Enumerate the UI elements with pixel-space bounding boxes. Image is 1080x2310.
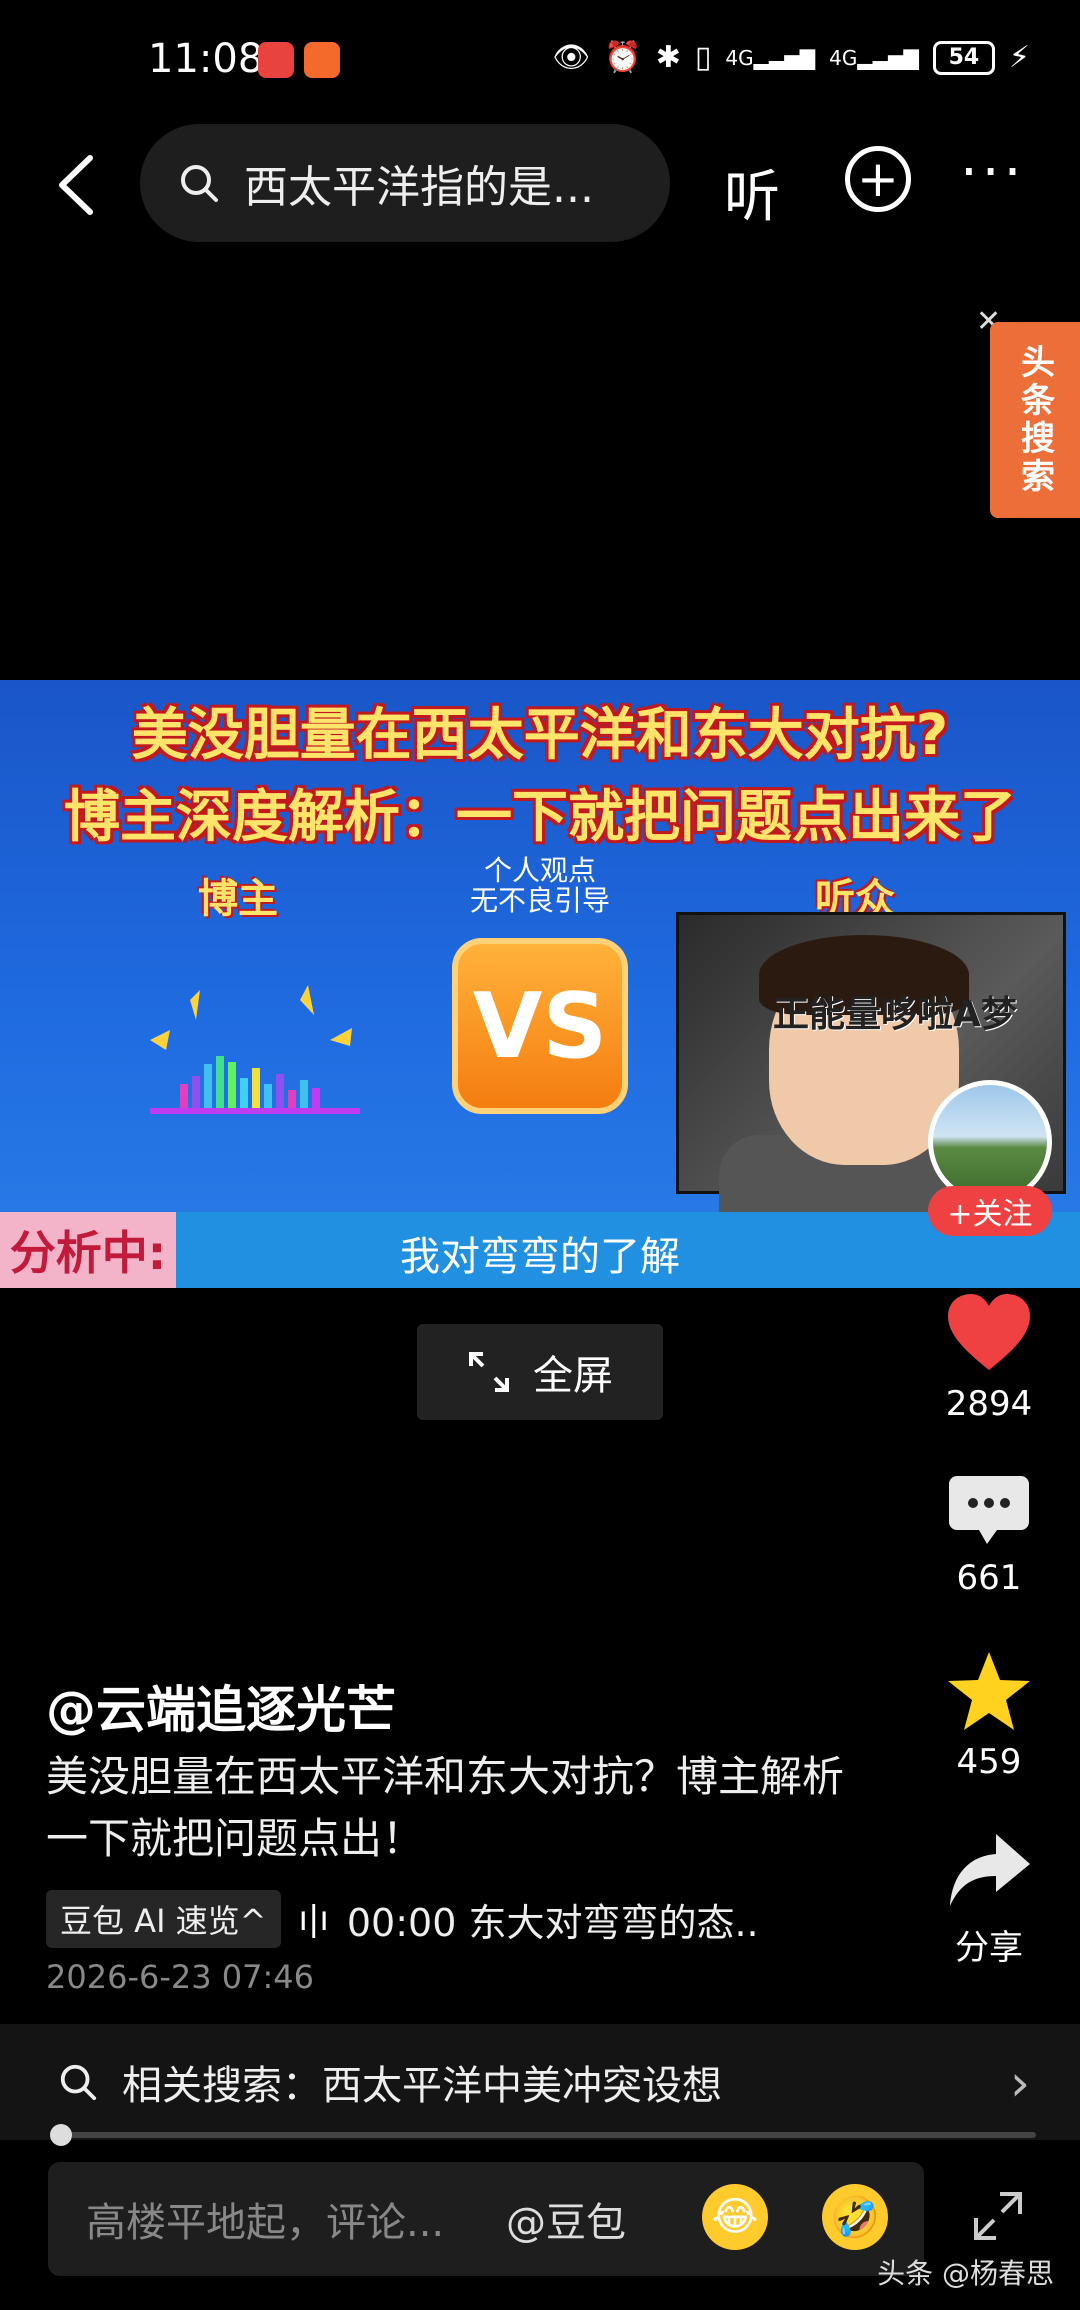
opinion-note: 个人观点 无不良引导 — [469, 854, 610, 917]
watermark: 头条 @杨春思 — [877, 2257, 1054, 2290]
alarm-icon: ⏰ — [604, 40, 642, 75]
progress-handle[interactable] — [50, 2124, 72, 2146]
like-action[interactable]: 2894 — [930, 1290, 1048, 1424]
video-title-line1: 美没胆量在西太平洋和东大对抗? — [131, 703, 949, 768]
mention-doubao[interactable]: @豆包 — [506, 2190, 626, 2248]
video-progress-bar[interactable] — [56, 2132, 1036, 2138]
audience-caption: 正能量哆啦A梦 — [773, 994, 1017, 1035]
ai-summary-row[interactable]: 豆包 AI 速览^ ı|ı 00:00 东大对弯弯的态.. — [46, 1890, 759, 1948]
laughing-emoji-icon[interactable]: 😂 — [702, 2184, 768, 2250]
like-count: 2894 — [945, 1384, 1033, 1424]
top-nav: 西太平洋指的是... 听 + ··· — [0, 120, 1080, 250]
signal-icon: 4G▂▃▅▇ — [725, 45, 816, 70]
fullscreen-button[interactable]: 全屏 — [417, 1324, 663, 1420]
battery-icon: 54 — [932, 40, 995, 75]
author-name[interactable]: @云端追逐光芒 — [46, 1670, 396, 1742]
side-ad-label: 头条搜索 — [1014, 344, 1055, 496]
comment-icon — [949, 1476, 1029, 1544]
toutiao-search-tab[interactable]: 头条搜索 — [990, 322, 1080, 518]
huawei-app-icon — [258, 42, 294, 78]
eye-icon: 👁 — [552, 40, 591, 75]
comment-action[interactable]: 661 — [930, 1472, 1048, 1598]
rofl-emoji-icon[interactable]: 🤣 — [822, 2184, 888, 2250]
follow-button[interactable]: +关注 — [928, 1186, 1052, 1236]
favorite-action[interactable]: 459 — [930, 1650, 1048, 1782]
ai-summary-chip[interactable]: 豆包 AI 速览^ — [46, 1890, 281, 1948]
related-search-label: 相关搜索：西太平洋中美冲突设想 — [122, 2063, 722, 2109]
post-date: 2026-6-23 07:46 — [46, 1958, 314, 1996]
comment-placeholder: 高楼平地起，评论... — [86, 2200, 445, 2246]
search-box[interactable]: 西太平洋指的是... — [140, 124, 670, 242]
video-title-line2: 博主深度解析：一下就把问题点出来了 — [64, 785, 1016, 850]
fullscreen-label: 全屏 — [533, 1353, 613, 1399]
comment-count: 661 — [956, 1558, 1022, 1598]
status-time: 11:08 — [148, 36, 264, 82]
status-icons: 👁 ⏰ ✱ ▯ 4G▂▃▅▇ 4G▂▃▅▇ 54 ⚡ — [552, 40, 1030, 75]
favorite-count: 459 — [956, 1742, 1022, 1782]
video-subtitle: 我对弯弯的了解 — [400, 1234, 680, 1280]
comment-input[interactable]: 高楼平地起，评论... @豆包 — [48, 2162, 924, 2276]
vibrate-icon: ▯ — [694, 40, 712, 75]
bluetooth-icon: ✱ — [655, 40, 681, 75]
share-label: 分享 — [955, 1928, 1023, 1968]
listen-button[interactable]: 听 — [724, 152, 780, 233]
star-icon — [948, 1652, 1030, 1730]
post-description[interactable]: 美没胆量在西太平洋和东大对抗？博主解析一下就把问题点出！ — [46, 1746, 846, 1870]
ai-summary-text: 00:00 东大对弯弯的态.. — [346, 1900, 759, 1945]
audio-bars-icon: ı|ı — [298, 1899, 329, 1939]
signal-icon-2: 4G▂▃▅▇ — [829, 45, 919, 70]
charging-icon: ⚡ — [1008, 40, 1030, 75]
vs-badge: VS — [452, 938, 628, 1114]
share-action[interactable]: 分享 — [930, 1830, 1048, 1969]
chevron-right-icon: › — [1010, 2054, 1030, 2112]
audio-wave-icon — [150, 985, 360, 1114]
more-icon[interactable]: ··· — [960, 140, 1025, 205]
toutiao-app-icon — [304, 42, 340, 78]
back-arrow-icon[interactable] — [48, 150, 108, 220]
expand-icon[interactable] — [970, 2188, 1026, 2244]
add-icon[interactable]: + — [845, 146, 911, 212]
related-search[interactable]: 相关搜索：西太平洋中美冲突设想 › — [0, 2024, 1080, 2140]
expand-icon — [469, 1352, 509, 1392]
share-icon — [950, 1834, 1030, 1906]
blogger-label: 博主 — [198, 876, 278, 922]
video-player[interactable]: 美没胆量在西太平洋和东大对抗? 博主深度解析：一下就把问题点出来了 博主 听众 … — [0, 680, 1080, 1288]
search-query: 西太平洋指的是... — [244, 162, 594, 213]
search-icon — [60, 2064, 97, 2101]
search-icon — [181, 165, 218, 202]
heart-icon — [948, 1294, 1030, 1370]
status-bar: 11:08 👁 ⏰ ✱ ▯ 4G▂▃▅▇ 4G▂▃▅▇ 54 ⚡ — [0, 0, 1080, 120]
